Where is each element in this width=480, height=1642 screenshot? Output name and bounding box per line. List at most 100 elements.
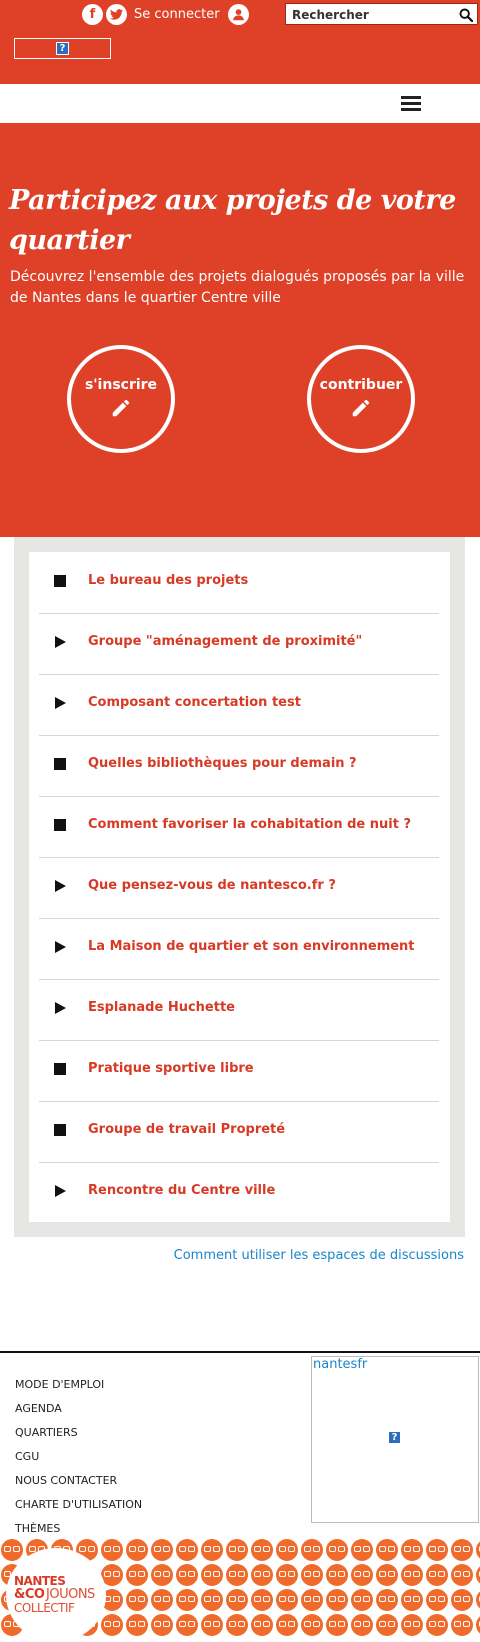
emoji-face-icon: [451, 1589, 473, 1611]
emoji-face-icon: [301, 1614, 323, 1636]
footer-menu-item[interactable]: QUARTIERS: [15, 1426, 142, 1450]
login-link[interactable]: Se connecter: [134, 7, 220, 22]
emoji-face-icon: [226, 1564, 248, 1586]
contribute-button[interactable]: contribuer: [307, 345, 415, 453]
footer-menu-item[interactable]: AGENDA: [15, 1402, 142, 1426]
emoji-face-icon: [326, 1539, 348, 1561]
emoji-face-icon: [351, 1589, 373, 1611]
pencil-icon: [352, 399, 370, 417]
contribute-label: contribuer: [319, 377, 403, 393]
project-list-item[interactable]: La Maison de quartier et son environneme…: [39, 918, 439, 980]
logo-line-2b: JOUONS: [46, 1587, 95, 1602]
project-link[interactable]: La Maison de quartier et son environneme…: [88, 939, 415, 954]
emoji-face-icon: [401, 1564, 423, 1586]
hero-section: Participez aux projets de votre quartier…: [0, 123, 480, 537]
emoji-face-icon: [251, 1539, 273, 1561]
square-bullet-icon: [54, 1063, 66, 1075]
twitter-icon[interactable]: [106, 4, 127, 25]
emoji-face-icon: [451, 1614, 473, 1636]
project-link[interactable]: Le bureau des projets: [88, 573, 248, 588]
emoji-face-icon: [451, 1539, 473, 1561]
logo-line-2a: &CO: [14, 1587, 45, 1602]
project-link[interactable]: Pratique sportive libre: [88, 1061, 254, 1076]
project-list-item[interactable]: Pratique sportive libre: [39, 1040, 439, 1102]
emoji-face-icon: [176, 1614, 198, 1636]
search-icon[interactable]: [459, 7, 474, 26]
emoji-face-icon: [101, 1539, 123, 1561]
emoji-face-icon: [351, 1564, 373, 1586]
project-link[interactable]: Composant concertation test: [88, 695, 301, 710]
nantes-co-logo[interactable]: NANTES &CO JOUONS COLLECTIF: [6, 1548, 106, 1642]
emoji-face-icon: [301, 1564, 323, 1586]
emoji-face-icon: [376, 1539, 398, 1561]
emoji-face-icon: [101, 1614, 123, 1636]
signup-button[interactable]: s'inscrire: [67, 345, 175, 453]
help-link[interactable]: Comment utiliser les espaces de discussi…: [174, 1248, 464, 1263]
project-list-item[interactable]: Comment favoriser la cohabitation de nui…: [39, 796, 439, 858]
footer-menu-item[interactable]: MODE D'EMPLOI: [15, 1378, 142, 1402]
emoji-face-icon: [476, 1564, 480, 1586]
project-list-item[interactable]: Composant concertation test: [39, 674, 439, 736]
footer-menu: MODE D'EMPLOI AGENDA QUARTIERS CGU NOUS CONT…: [15, 1378, 142, 1546]
emoji-face-icon: [251, 1564, 273, 1586]
search-input[interactable]: [286, 5, 452, 25]
project-link[interactable]: Rencontre du Centre ville: [88, 1183, 275, 1198]
project-link[interactable]: Esplanade Huchette: [88, 1000, 235, 1015]
square-bullet-icon: [54, 819, 66, 831]
project-link[interactable]: Que pensez-vous de nantesco.fr ?: [88, 878, 336, 893]
emoji-face-icon: [376, 1564, 398, 1586]
emoji-face-icon: [176, 1564, 198, 1586]
project-list-item[interactable]: Quelles bibliothèques pour demain ?: [39, 735, 439, 797]
emoji-face-icon: [401, 1539, 423, 1561]
emoji-face-icon: [476, 1589, 480, 1611]
project-link[interactable]: Groupe de travail Propreté: [88, 1122, 285, 1137]
emoji-face-icon: [476, 1539, 480, 1561]
emoji-face-icon: [276, 1564, 298, 1586]
project-list-item[interactable]: Que pensez-vous de nantesco.fr ?: [39, 857, 439, 919]
emoji-face-icon: [276, 1539, 298, 1561]
project-link[interactable]: Comment favoriser la cohabitation de nui…: [88, 817, 411, 832]
project-link[interactable]: Groupe "aménagement de proximité": [88, 634, 362, 649]
project-list-panel: Le bureau des projets Groupe "aménagement…: [14, 537, 465, 1237]
emoji-face-icon: [201, 1589, 223, 1611]
missing-image-icon: ?: [388, 1431, 401, 1444]
project-list-item[interactable]: Esplanade Huchette: [39, 979, 439, 1041]
project-link[interactable]: Quelles bibliothèques pour demain ?: [88, 756, 357, 771]
emoji-face-icon: [351, 1539, 373, 1561]
footer-divider: [0, 1351, 480, 1353]
emoji-face-icon: [201, 1539, 223, 1561]
emoji-face-icon: [376, 1614, 398, 1636]
facebook-icon[interactable]: f: [82, 4, 103, 25]
emoji-face-icon: [426, 1564, 448, 1586]
project-list-item[interactable]: Rencontre du Centre ville: [39, 1162, 439, 1223]
emoji-face-icon: [151, 1564, 173, 1586]
emoji-face-icon: [176, 1539, 198, 1561]
footer-menu-item[interactable]: NOUS CONTACTER: [15, 1474, 142, 1498]
emoji-face-icon: [1, 1539, 23, 1561]
footer-menu-item[interactable]: CGU: [15, 1450, 142, 1474]
footer-menu-item[interactable]: CHARTE D'UTILISATION: [15, 1498, 142, 1522]
emoji-face-icon: [426, 1614, 448, 1636]
project-list-item[interactable]: Groupe "aménagement de proximité": [39, 613, 439, 675]
emoji-face-icon: [301, 1589, 323, 1611]
hamburger-menu-icon[interactable]: [401, 96, 421, 111]
square-bullet-icon: [54, 1124, 66, 1136]
emoji-face-icon: [201, 1614, 223, 1636]
emoji-face-icon: [376, 1589, 398, 1611]
emoji-face-icon: [126, 1614, 148, 1636]
square-bullet-icon: [54, 758, 66, 770]
twitter-account-link[interactable]: nantesfr: [313, 1357, 367, 1372]
emoji-face-icon: [401, 1589, 423, 1611]
emoji-face-icon: [201, 1564, 223, 1586]
nav-bar: [0, 84, 480, 123]
project-list-item[interactable]: Groupe de travail Propreté: [39, 1101, 439, 1163]
play-bullet-icon: [55, 1185, 66, 1197]
twitter-widget: nantesfr ?: [311, 1356, 479, 1523]
emoji-face-icon: [226, 1589, 248, 1611]
emoji-face-icon: [401, 1614, 423, 1636]
hero-title: Participez aux projets de votre quartier: [9, 185, 456, 256]
emoji-face-icon: [151, 1589, 173, 1611]
emoji-face-icon: [426, 1589, 448, 1611]
user-icon[interactable]: [227, 4, 249, 25]
project-list-item[interactable]: Le bureau des projets: [39, 552, 439, 614]
